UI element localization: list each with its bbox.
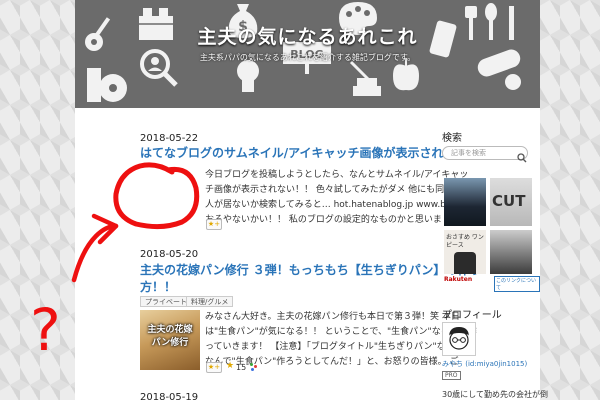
annotation-circle <box>113 162 200 230</box>
annotation-question-mark: ? <box>30 296 61 364</box>
annotation-overlay: ? <box>30 162 200 364</box>
